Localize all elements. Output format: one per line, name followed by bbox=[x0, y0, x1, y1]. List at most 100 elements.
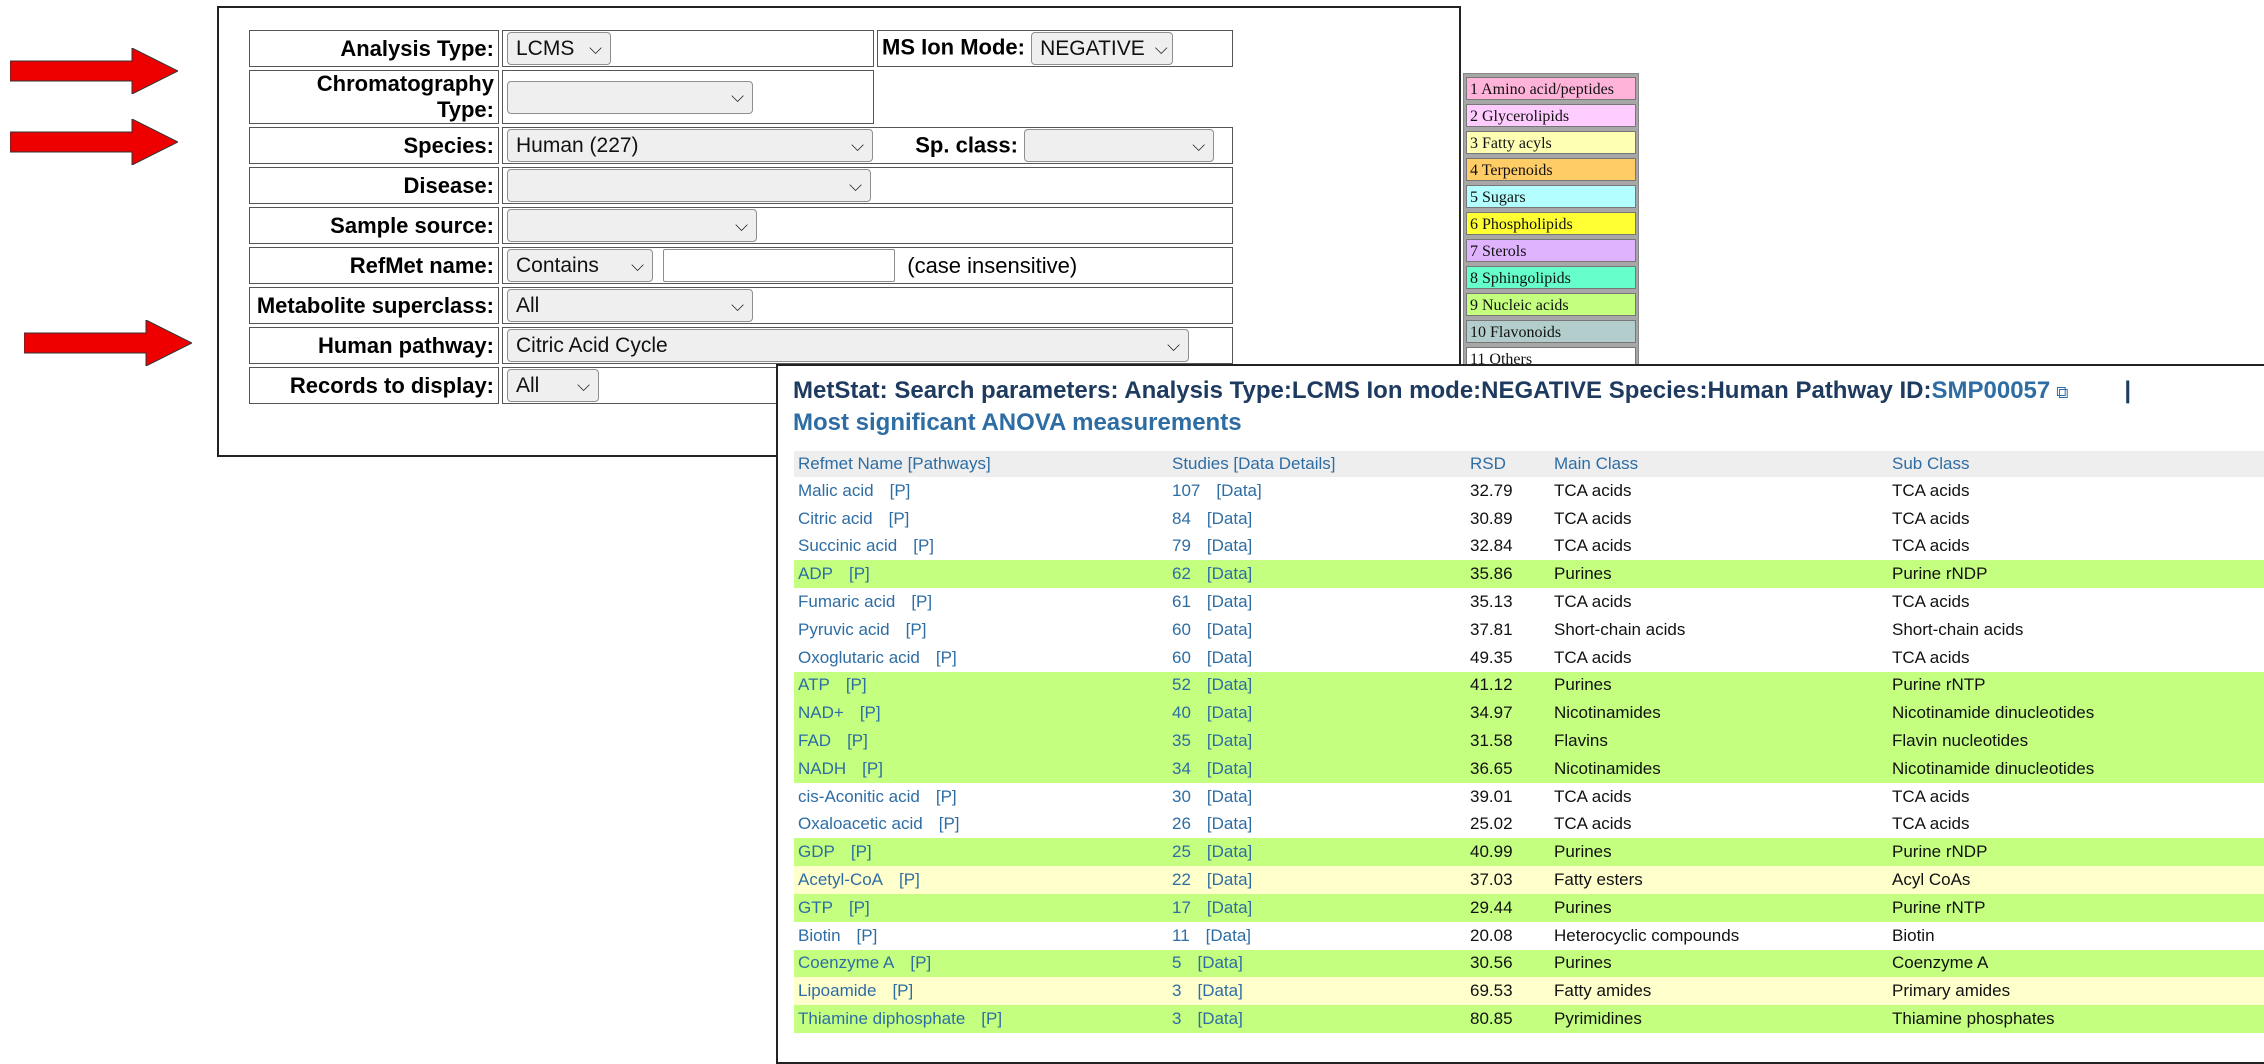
sp-class-select[interactable]: ⌵ bbox=[1024, 129, 1215, 162]
studies-count-link[interactable]: 62 bbox=[1172, 564, 1191, 583]
refmet-name-link[interactable]: Oxaloacetic acid bbox=[798, 814, 923, 833]
studies-count-link[interactable]: 3 bbox=[1172, 981, 1181, 1000]
pathways-link[interactable]: [P] bbox=[857, 926, 878, 945]
pathways-link[interactable]: [P] bbox=[936, 787, 957, 806]
column-header-main-class[interactable]: Main Class bbox=[1550, 451, 1888, 477]
refmet-name-link[interactable]: NADH bbox=[798, 759, 846, 778]
data-details-link[interactable]: [Data] bbox=[1207, 814, 1252, 833]
data-details-link[interactable]: [Data] bbox=[1207, 648, 1252, 667]
pathways-link[interactable]: [P] bbox=[910, 953, 931, 972]
refmet-name-link[interactable]: GDP bbox=[798, 842, 835, 861]
pathways-link[interactable]: [P] bbox=[889, 509, 910, 528]
pathways-link[interactable]: [P] bbox=[860, 703, 881, 722]
refmet-name-link[interactable]: GTP bbox=[798, 898, 833, 917]
refmet-name-link[interactable]: ADP bbox=[798, 564, 833, 583]
studies-count-link[interactable]: 5 bbox=[1172, 953, 1181, 972]
refmet-name-link[interactable]: Thiamine diphosphate bbox=[798, 1009, 965, 1028]
studies-count-link[interactable]: 3 bbox=[1172, 1009, 1181, 1028]
data-details-link[interactable]: [Data] bbox=[1206, 926, 1251, 945]
species-select[interactable]: Human (227) ⌵ bbox=[507, 129, 873, 162]
pathways-link[interactable]: [P] bbox=[899, 870, 920, 889]
refmet-name-link[interactable]: FAD bbox=[798, 731, 831, 750]
data-details-link[interactable]: [Data] bbox=[1207, 898, 1252, 917]
studies-count-link[interactable]: 34 bbox=[1172, 759, 1191, 778]
studies-count-link[interactable]: 52 bbox=[1172, 675, 1191, 694]
refmet-name-link[interactable]: Fumaric acid bbox=[798, 592, 895, 611]
pathways-link[interactable]: [P] bbox=[911, 592, 932, 611]
refmet-name-link[interactable]: Malic acid bbox=[798, 481, 874, 500]
column-header-rsd[interactable]: RSD bbox=[1466, 451, 1550, 477]
pathways-link[interactable]: [P] bbox=[851, 842, 872, 861]
studies-count-link[interactable]: 26 bbox=[1172, 814, 1191, 833]
refmet-name-link[interactable]: Acetyl-CoA bbox=[798, 870, 883, 889]
studies-count-link[interactable]: 84 bbox=[1172, 509, 1191, 528]
studies-count-link[interactable]: 25 bbox=[1172, 842, 1191, 861]
data-details-link[interactable]: [Data] bbox=[1216, 481, 1261, 500]
refmet-match-select[interactable]: Contains ⌵ bbox=[507, 249, 653, 282]
studies-count-link[interactable]: 107 bbox=[1172, 481, 1200, 500]
studies-count-link[interactable]: 22 bbox=[1172, 870, 1191, 889]
data-details-link[interactable]: [Data] bbox=[1207, 759, 1252, 778]
refmet-name-link[interactable]: Biotin bbox=[798, 926, 841, 945]
pathways-link[interactable]: [P] bbox=[936, 648, 957, 667]
main-class-value: Purines bbox=[1550, 949, 1888, 978]
data-details-link[interactable]: [Data] bbox=[1207, 564, 1252, 583]
studies-count-link[interactable]: 11 bbox=[1172, 926, 1190, 945]
refmet-name-link[interactable]: Lipoamide bbox=[798, 981, 876, 1000]
external-link-icon[interactable]: ⧉ bbox=[2056, 383, 2068, 402]
data-details-link[interactable]: [Data] bbox=[1207, 870, 1252, 889]
studies-count-link[interactable]: 61 bbox=[1172, 592, 1191, 611]
data-details-link[interactable]: [Data] bbox=[1207, 703, 1252, 722]
data-details-link[interactable]: [Data] bbox=[1207, 731, 1252, 750]
refmet-name-input[interactable] bbox=[663, 249, 896, 282]
column-header-sub-class[interactable]: Sub Class bbox=[1888, 451, 2264, 477]
refmet-name-link[interactable]: Citric acid bbox=[798, 509, 873, 528]
pathways-link[interactable]: [P] bbox=[906, 620, 927, 639]
column-header-studies[interactable]: Studies [Data Details] bbox=[1168, 451, 1466, 477]
refmet-name-link[interactable]: Pyruvic acid bbox=[798, 620, 890, 639]
data-details-link[interactable]: [Data] bbox=[1207, 509, 1252, 528]
refmet-name-link[interactable]: Succinic acid bbox=[798, 536, 897, 555]
pathways-link[interactable]: [P] bbox=[890, 481, 911, 500]
pathways-link[interactable]: [P] bbox=[846, 675, 867, 694]
refmet-name-link[interactable]: Coenzyme A bbox=[798, 953, 894, 972]
pathways-link[interactable]: [P] bbox=[862, 759, 883, 778]
pathways-link[interactable]: [P] bbox=[892, 981, 913, 1000]
refmet-name-link[interactable]: Oxoglutaric acid bbox=[798, 648, 920, 667]
studies-count-link[interactable]: 30 bbox=[1172, 787, 1191, 806]
column-header-refmet-name[interactable]: Refmet Name [Pathways] bbox=[794, 451, 1168, 477]
studies-count-link[interactable]: 79 bbox=[1172, 536, 1191, 555]
studies-count-link[interactable]: 35 bbox=[1172, 731, 1191, 750]
records-to-display-select[interactable]: All ⌵ bbox=[507, 369, 599, 402]
human-pathway-select[interactable]: Citric Acid Cycle ⌵ bbox=[507, 329, 1189, 362]
pathways-link[interactable]: [P] bbox=[849, 898, 870, 917]
refmet-name-link[interactable]: NAD+ bbox=[798, 703, 844, 722]
data-details-link[interactable]: [Data] bbox=[1207, 675, 1252, 694]
analysis-type-select[interactable]: LCMS ⌵ bbox=[507, 32, 611, 65]
chromatography-type-select[interactable]: ⌵ bbox=[507, 80, 753, 114]
data-details-link[interactable]: [Data] bbox=[1197, 981, 1242, 1000]
metabolite-superclass-select[interactable]: All ⌵ bbox=[507, 289, 753, 322]
data-details-link[interactable]: [Data] bbox=[1207, 787, 1252, 806]
ms-ion-mode-select[interactable]: NEGATIVE ⌵ bbox=[1031, 32, 1174, 65]
pathway-id-link[interactable]: SMP00057 bbox=[1932, 377, 2051, 404]
data-details-link[interactable]: [Data] bbox=[1207, 842, 1252, 861]
pathways-link[interactable]: [P] bbox=[847, 731, 868, 750]
refmet-name-link[interactable]: cis-Aconitic acid bbox=[798, 787, 920, 806]
data-details-link[interactable]: [Data] bbox=[1207, 592, 1252, 611]
pathways-link[interactable]: [P] bbox=[913, 536, 934, 555]
studies-count-link[interactable]: 60 bbox=[1172, 620, 1191, 639]
sample-source-select[interactable]: ⌵ bbox=[507, 209, 757, 242]
studies-count-link[interactable]: 40 bbox=[1172, 703, 1191, 722]
pathways-link[interactable]: [P] bbox=[981, 1009, 1002, 1028]
pathways-link[interactable]: [P] bbox=[939, 814, 960, 833]
data-details-link[interactable]: [Data] bbox=[1197, 953, 1242, 972]
disease-select[interactable]: ⌵ bbox=[507, 169, 871, 202]
studies-count-link[interactable]: 17 bbox=[1172, 898, 1191, 917]
studies-count-link[interactable]: 60 bbox=[1172, 648, 1191, 667]
pathways-link[interactable]: [P] bbox=[849, 564, 870, 583]
data-details-link[interactable]: [Data] bbox=[1197, 1009, 1242, 1028]
refmet-name-link[interactable]: ATP bbox=[798, 675, 830, 694]
data-details-link[interactable]: [Data] bbox=[1207, 620, 1252, 639]
data-details-link[interactable]: [Data] bbox=[1207, 536, 1252, 555]
